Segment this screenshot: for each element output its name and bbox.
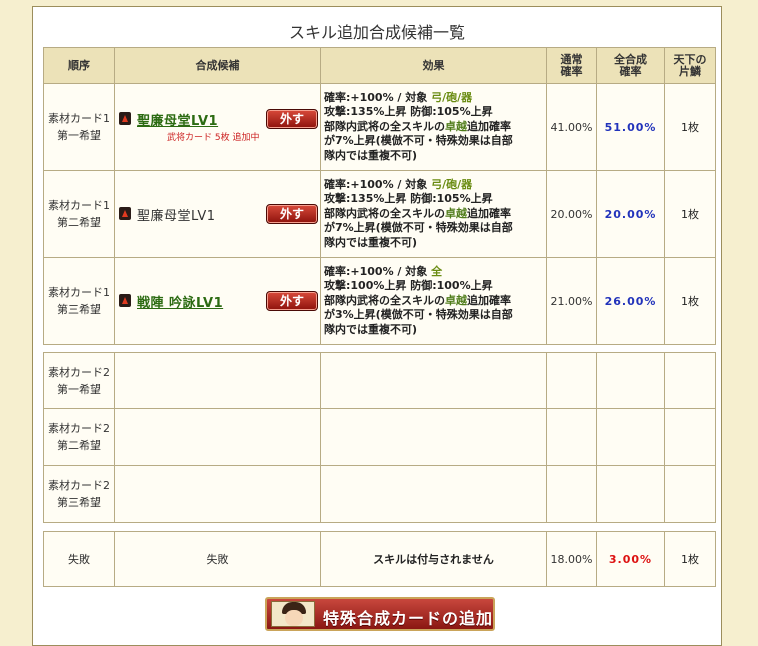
- fail-row: 失敗 失敗 スキルは付与されません 18.00% 3.00% 1枚: [43, 531, 716, 587]
- remove-button[interactable]: 外す: [266, 109, 318, 129]
- skill-icon: [119, 207, 131, 220]
- row-effect: [320, 408, 547, 466]
- add-special-card-label: 特殊合成カードの追加: [323, 609, 494, 628]
- row-total-rate: 20.00%: [596, 170, 665, 258]
- fail-table: 失敗 失敗 スキルは付与されません 18.00% 3.00% 1枚: [43, 531, 716, 587]
- table-row: 素材カード2 第三希望: [43, 465, 716, 523]
- table-row: 素材カード2 第一希望: [43, 352, 716, 409]
- row-count: 1枚: [664, 83, 716, 171]
- table-row: 素材カード1 第二希望 聖廉母堂LV1 外す 確率:+100% / 対象 弓/砲/…: [43, 170, 716, 258]
- fail-order: 失敗: [43, 531, 115, 587]
- table-row: 素材カード2 第二希望: [43, 408, 716, 466]
- remove-button[interactable]: 外す: [266, 291, 318, 311]
- fail-candidate: 失敗: [114, 531, 321, 587]
- row-order: 素材カード2 第一希望: [43, 352, 115, 409]
- character-portrait-icon: [271, 601, 315, 627]
- row-candidate: [114, 465, 321, 523]
- table-row: 素材カード1 第一希望 聖廉母堂LV1 外す 武将カード 5枚 追加中 確率:+1…: [43, 83, 716, 171]
- row-count: [664, 408, 716, 466]
- row-effect: 確率:+100% / 対象 全 攻撃:100%上昇 防御:100%上昇 部隊内武…: [320, 257, 547, 345]
- row-total-rate: 26.00%: [596, 257, 665, 345]
- added-cards-note: 武将カード 5枚 追加中: [167, 133, 260, 143]
- row-normal-rate: [546, 408, 597, 466]
- skill-icon: [119, 112, 131, 125]
- row-normal-rate: 20.00%: [546, 170, 597, 258]
- skill-icon: [119, 294, 131, 307]
- row-count: [664, 465, 716, 523]
- skill-name: 聖廉母堂LV1: [137, 209, 216, 224]
- table-row: 素材カード1 第三希望 戦陣 吟詠LV1 外す 確率:+100% / 対象 全 攻…: [43, 257, 716, 345]
- row-normal-rate: [546, 465, 597, 523]
- fail-count: 1枚: [664, 531, 716, 587]
- row-count: 1枚: [664, 257, 716, 345]
- header-candidate: 合成候補: [114, 47, 321, 84]
- row-total-rate: [596, 408, 665, 466]
- panel-title: スキル追加合成候補一覧: [288, 23, 465, 42]
- row-count: 1枚: [664, 170, 716, 258]
- row-order: 素材カード1 第三希望: [43, 257, 115, 345]
- row-total-rate: [596, 352, 665, 409]
- row-effect: 確率:+100% / 対象 弓/砲/器 攻撃:135%上昇 防御:105%上昇 …: [320, 83, 547, 171]
- header-effect: 効果: [320, 47, 547, 84]
- header-order: 順序: [43, 47, 115, 84]
- card1-table: 順序 合成候補 効果 通常 確率 全合成 確率 天下の 片鱗 素材カード1 第一希望 聖…: [43, 47, 716, 345]
- row-candidate: 聖廉母堂LV1 外す: [114, 170, 321, 258]
- fail-effect: スキルは付与されません: [320, 531, 547, 587]
- row-order: 素材カード2 第二希望: [43, 408, 115, 466]
- header-total-rate: 全合成 確率: [596, 47, 665, 84]
- row-candidate: [114, 408, 321, 466]
- row-total-rate: 51.00%: [596, 83, 665, 171]
- card2-table: 素材カード2 第一希望 素材カード2 第二希望 素材カード2 第三希望: [43, 352, 716, 523]
- synthesis-panel: スキル追加合成候補一覧 順序 合成候補 効果 通常 確率 全合成 確率 天下の 片鱗 …: [32, 6, 722, 646]
- row-candidate: 聖廉母堂LV1 外す 武将カード 5枚 追加中: [114, 83, 321, 171]
- skill-link[interactable]: 聖廉母堂LV1: [137, 110, 218, 129]
- fail-normal-rate: 18.00%: [546, 531, 597, 587]
- row-order: 素材カード1 第二希望: [43, 170, 115, 258]
- row-order: 素材カード1 第一希望: [43, 83, 115, 171]
- fail-total-rate: 3.00%: [596, 531, 665, 587]
- row-effect: [320, 465, 547, 523]
- row-normal-rate: 21.00%: [546, 257, 597, 345]
- remove-button[interactable]: 外す: [266, 204, 318, 224]
- row-normal-rate: 41.00%: [546, 83, 597, 171]
- row-candidate: 戦陣 吟詠LV1 外す: [114, 257, 321, 345]
- header-normal-rate: 通常 確率: [546, 47, 597, 84]
- skill-link[interactable]: 戦陣 吟詠LV1: [137, 292, 223, 311]
- header-fragment: 天下の 片鱗: [664, 47, 716, 84]
- row-total-rate: [596, 465, 665, 523]
- header-row: 順序 合成候補 効果 通常 確率 全合成 確率 天下の 片鱗: [43, 47, 716, 84]
- row-order: 素材カード2 第三希望: [43, 465, 115, 523]
- row-count: [664, 352, 716, 409]
- row-candidate: [114, 352, 321, 409]
- row-effect: 確率:+100% / 対象 弓/砲/器 攻撃:135%上昇 防御:105%上昇 …: [320, 170, 547, 258]
- add-special-card-button[interactable]: 特殊合成カードの追加: [265, 597, 495, 631]
- row-normal-rate: [546, 352, 597, 409]
- row-effect: [320, 352, 547, 409]
